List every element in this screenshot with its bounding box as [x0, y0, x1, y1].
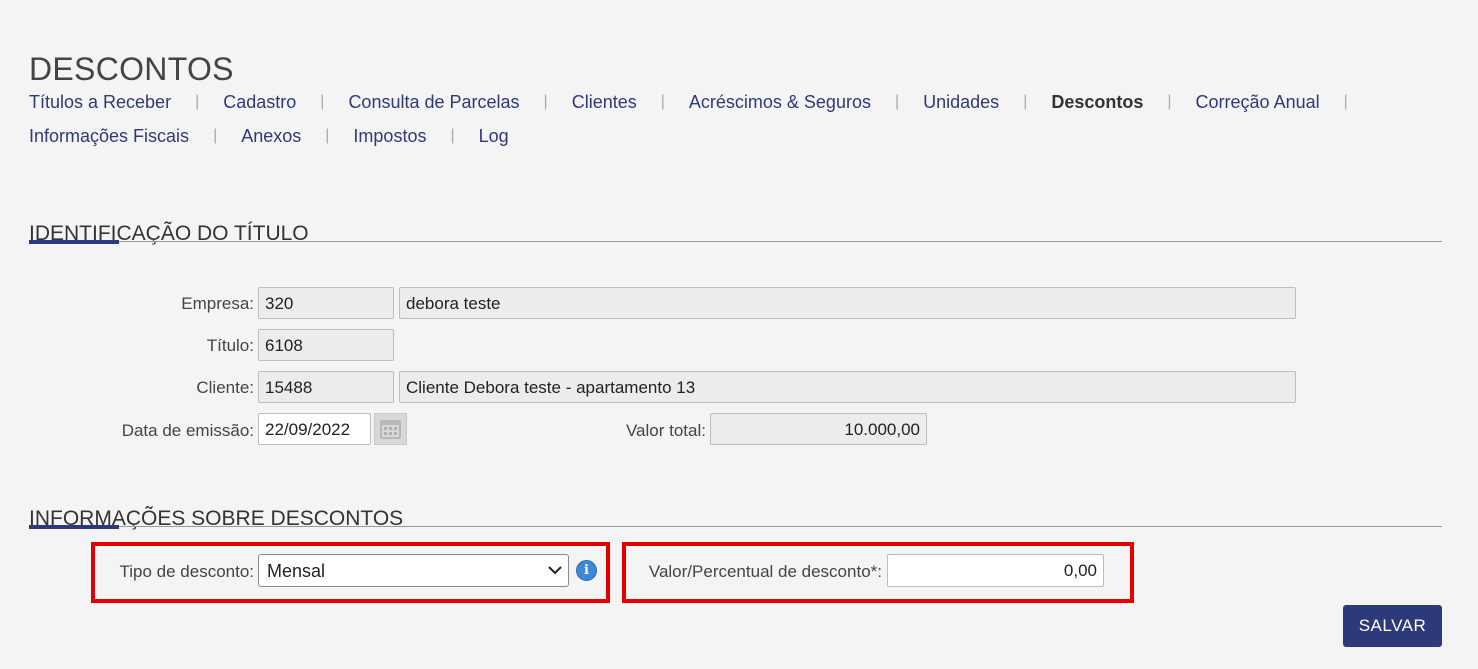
tab-separator: | [543, 93, 548, 110]
tipo-desconto-value: Mensal [267, 561, 326, 581]
tab-cadastro[interactable]: Cadastro [223, 92, 296, 113]
section-accent-bar [29, 525, 119, 529]
valor-total-field: 10.000,00 [710, 413, 927, 445]
tab-separator: | [894, 93, 900, 110]
tab-separator: | [325, 127, 330, 144]
info-icon[interactable]: i [576, 560, 597, 581]
calendar-button[interactable] [374, 413, 407, 445]
tab-separator: | [213, 127, 218, 144]
tab-consulta-de-parcelas[interactable]: Consulta de Parcelas [348, 92, 519, 113]
tab-titulos-a-receber[interactable]: Títulos a Receber [29, 92, 171, 113]
tab-anexos[interactable]: Anexos [241, 126, 301, 147]
tab-acrescimos-seguros[interactable]: Acréscimos & Seguros [689, 92, 871, 113]
cliente-label: Cliente: [196, 378, 254, 397]
tab-clientes[interactable]: Clientes [572, 92, 637, 113]
valor-desconto-label: Valor/Percentual de desconto*: [648, 562, 882, 581]
section-divider [29, 241, 1442, 242]
tab-impostos[interactable]: Impostos [353, 126, 426, 147]
data-emissao-field[interactable]: 22/09/2022 [258, 413, 371, 445]
tab-separator: | [320, 93, 325, 110]
tab-informacoes-fiscais[interactable]: Informações Fiscais [29, 126, 189, 147]
chevron-down-icon [548, 566, 562, 575]
save-button[interactable]: SALVAR [1343, 605, 1442, 647]
data-emissao-label: Data de emissão: [121, 421, 254, 440]
tipo-desconto-label: Tipo de desconto: [119, 562, 254, 581]
tab-separator: | [195, 93, 200, 110]
tab-separator: | [450, 127, 455, 144]
tab-separator: | [660, 93, 665, 110]
empresa-label: Empresa: [181, 294, 254, 313]
empresa-name-field: debora teste [399, 287, 1296, 319]
valor-desconto-input[interactable]: 0,00 [887, 554, 1104, 587]
tab-log[interactable]: Log [479, 126, 509, 147]
cliente-name-field: Cliente Debora teste - apartamento 13 [399, 371, 1296, 403]
titulo-label: Título: [206, 336, 254, 355]
cliente-code-field: 15488 [258, 371, 394, 403]
titulo-field: 6108 [258, 329, 394, 361]
tab-separator: | [1023, 93, 1028, 110]
tab-separator: | [1343, 93, 1348, 110]
tab-row-2: Informações Fiscais | Anexos | Impostos … [29, 124, 1449, 148]
tipo-desconto-select[interactable]: Mensal [258, 554, 569, 587]
calendar-icon [380, 420, 401, 439]
tab-unidades[interactable]: Unidades [923, 92, 999, 113]
empresa-code-field: 320 [258, 287, 394, 319]
tab-separator: | [1167, 93, 1172, 110]
section-accent-bar [29, 240, 119, 244]
section-divider [29, 526, 1442, 527]
tab-row-1: Títulos a Receber | Cadastro | Consulta … [29, 90, 1449, 114]
tab-descontos[interactable]: Descontos [1051, 92, 1143, 113]
tab-navigation: Títulos a Receber | Cadastro | Consulta … [29, 90, 1449, 158]
tab-correcao-anual[interactable]: Correção Anual [1196, 92, 1320, 113]
valor-total-label: Valor total: [625, 421, 706, 440]
page-title: DESCONTOS [29, 51, 234, 88]
